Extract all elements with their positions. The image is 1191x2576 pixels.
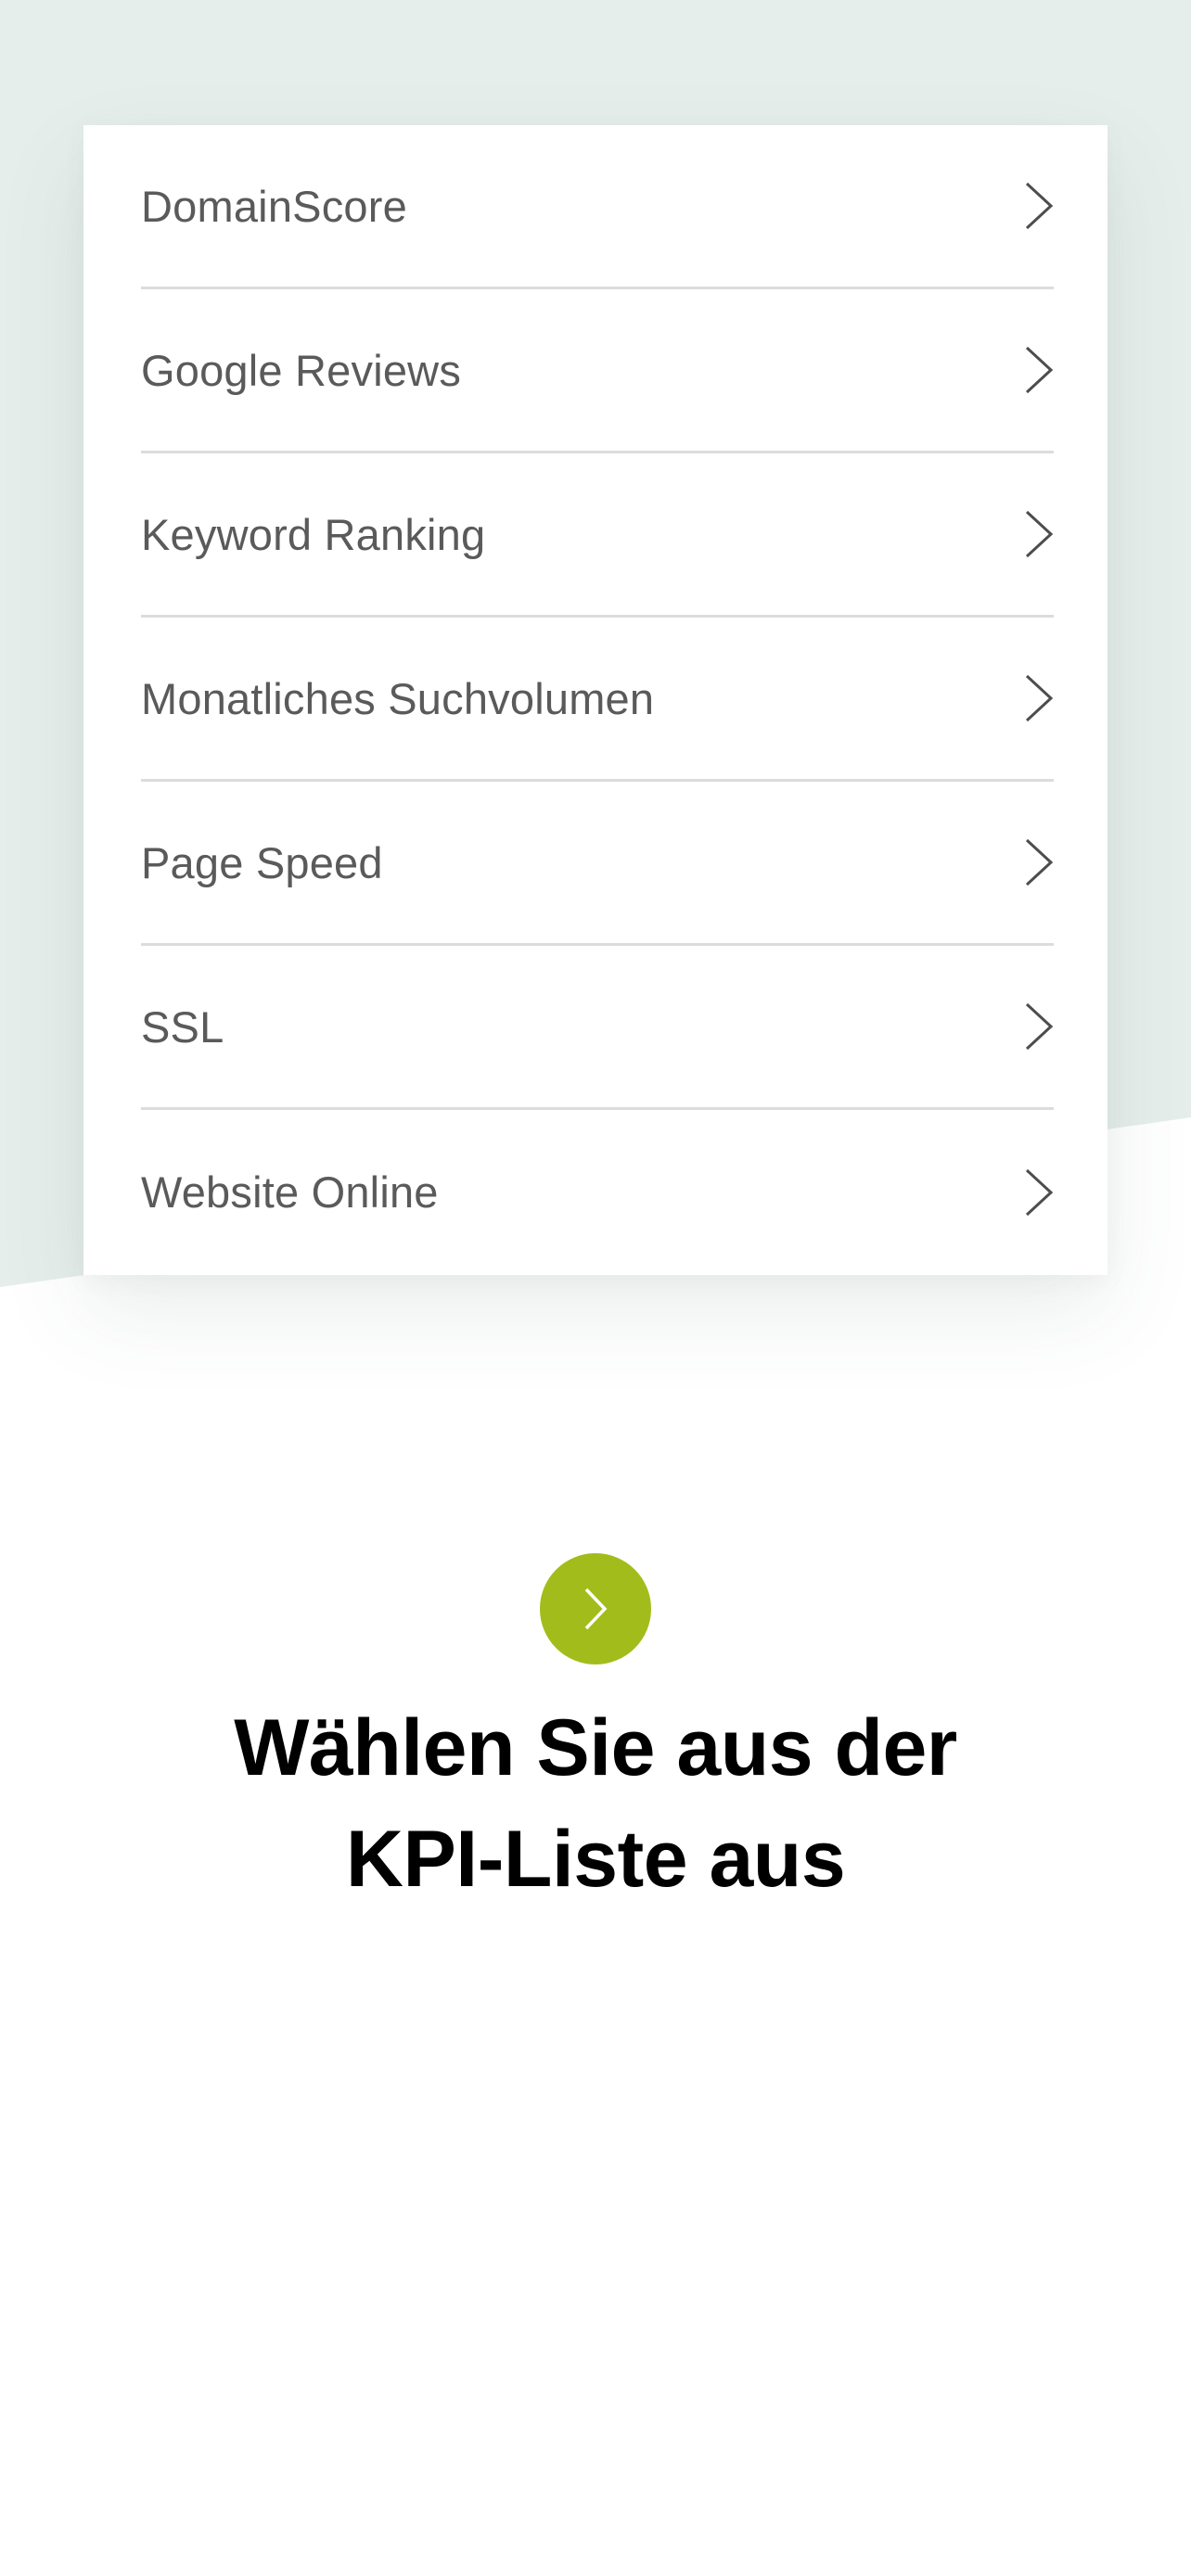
kpi-item-label: Page Speed <box>141 837 383 887</box>
chevron-right-icon <box>1025 838 1054 886</box>
kpi-select-prompt: Wählen Sie aus der KPI-Liste aus <box>0 1553 1191 1915</box>
cta-arrow-button[interactable] <box>540 1553 651 1664</box>
kpi-item-keyword-ranking[interactable]: Keyword Ranking <box>141 453 1054 618</box>
kpi-item-google-reviews[interactable]: Google Reviews <box>141 289 1054 453</box>
kpi-item-label: SSL <box>141 1001 224 1052</box>
chevron-right-icon <box>584 1588 608 1630</box>
chevron-right-icon <box>1025 182 1054 230</box>
chevron-right-icon <box>1025 1002 1054 1051</box>
kpi-item-domainscore[interactable]: DomainScore <box>141 125 1054 289</box>
kpi-item-monatliches-suchvolumen[interactable]: Monatliches Suchvolumen <box>141 618 1054 782</box>
kpi-item-label: Keyword Ranking <box>141 509 486 559</box>
kpi-list-card: DomainScore Google Reviews Keyword Ranki… <box>83 125 1108 1275</box>
page-title-line-2: KPI-Liste aus <box>345 1815 846 1904</box>
chevron-right-icon <box>1025 346 1054 394</box>
kpi-item-label: Google Reviews <box>141 345 462 395</box>
chevron-right-icon <box>1025 674 1054 722</box>
kpi-item-label: Website Online <box>141 1167 439 1217</box>
kpi-list: DomainScore Google Reviews Keyword Ranki… <box>83 125 1108 1274</box>
page-title-line-1: Wählen Sie aus der <box>234 1703 957 1792</box>
page-title: Wählen Sie aus der KPI-Liste aus <box>85 1692 1106 1915</box>
kpi-item-label: Monatliches Suchvolumen <box>141 673 655 723</box>
chevron-right-icon <box>1025 510 1054 558</box>
kpi-item-page-speed[interactable]: Page Speed <box>141 782 1054 946</box>
kpi-item-label: DomainScore <box>141 181 407 231</box>
chevron-right-icon <box>1025 1168 1054 1216</box>
kpi-item-website-online[interactable]: Website Online <box>141 1110 1054 1274</box>
kpi-item-ssl[interactable]: SSL <box>141 946 1054 1110</box>
